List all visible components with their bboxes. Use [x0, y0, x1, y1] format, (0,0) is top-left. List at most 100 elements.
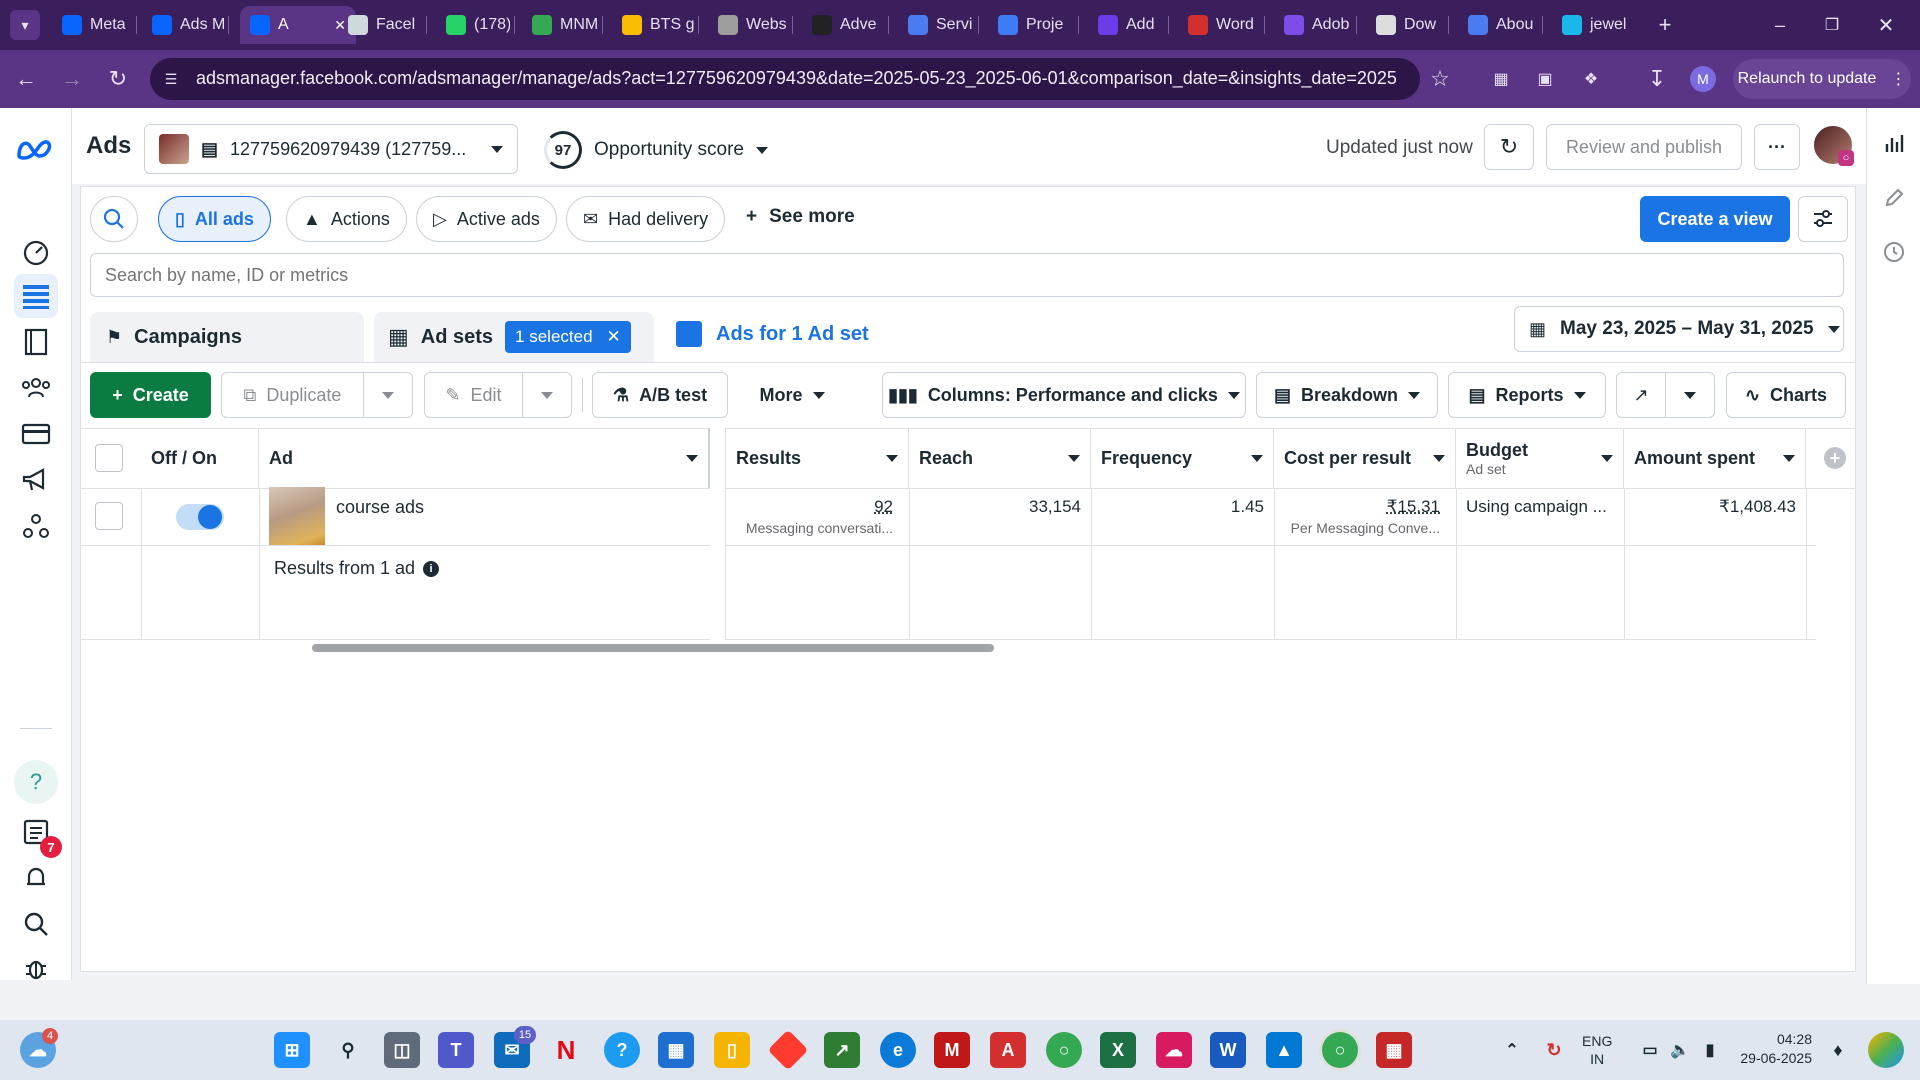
task-view-icon[interactable]: ◫ — [384, 1032, 420, 1068]
edit-button[interactable]: ✎ Edit — [424, 372, 523, 418]
filter-had-delivery[interactable]: ✉ Had delivery — [566, 196, 726, 242]
column-frequency[interactable]: Frequency — [1091, 428, 1274, 488]
reports-button[interactable]: ▤ Reports — [1448, 372, 1606, 418]
browser-tab[interactable]: Meta — [52, 6, 132, 44]
ad-account-selector[interactable]: ▤ 127759620979439 (127759... — [144, 124, 518, 174]
chrome-profile-icon[interactable]: ○ — [1322, 1032, 1358, 1068]
photo-app-icon[interactable]: ☁ — [1156, 1032, 1192, 1068]
history-clock-icon[interactable] — [1872, 230, 1916, 274]
store-icon[interactable]: ▦ — [658, 1032, 694, 1068]
reload-icon[interactable]: ↻ — [100, 62, 136, 96]
browser-tab[interactable]: (178) — [436, 6, 510, 44]
breakdown-button[interactable]: ▤ Breakdown — [1256, 372, 1438, 418]
create-button[interactable]: + Create — [90, 372, 211, 418]
create-view-button[interactable]: Create a view — [1640, 196, 1790, 242]
tab-ads[interactable]: Ads for 1 Ad set — [660, 306, 930, 362]
edit-pencil-icon[interactable] — [1872, 176, 1916, 220]
ad-name-link[interactable]: course ads — [336, 497, 424, 518]
browser-tab[interactable]: Abou — [1458, 6, 1538, 44]
all-tools-icon[interactable] — [14, 504, 58, 548]
show-hidden-icons-chevron-icon[interactable]: ⌃ — [1494, 1032, 1530, 1068]
relaunch-button[interactable]: Relaunch to update ⋮ — [1733, 59, 1911, 99]
bookmark-star-icon[interactable]: ☆ — [1424, 62, 1456, 96]
more-options-button[interactable]: ··· — [1754, 124, 1800, 170]
clear-selection-close-icon[interactable]: ✕ — [607, 327, 621, 347]
help-question-icon[interactable]: ? — [14, 760, 58, 804]
duplicate-button[interactable]: ⧉ Duplicate — [221, 372, 364, 418]
back-arrow-icon[interactable]: ← — [8, 62, 44, 96]
browser-tab[interactable]: Add — [1088, 6, 1164, 44]
clock[interactable]: 04:28 29-06-2025 — [1730, 1030, 1812, 1068]
columns-selector[interactable]: ▮▮▮ Columns: Performance and clicks — [882, 372, 1246, 418]
browser-tab[interactable]: Servi — [898, 6, 974, 44]
edge-icon[interactable]: e — [880, 1032, 916, 1068]
browser-tab[interactable]: Proje — [988, 6, 1074, 44]
catalog-book-icon[interactable] — [14, 320, 58, 364]
duplicate-dropdown[interactable] — [363, 372, 413, 418]
charts-button[interactable]: ∿ Charts — [1726, 372, 1846, 418]
search-toggle-button[interactable] — [90, 196, 138, 242]
export-button[interactable]: ↗ — [1616, 372, 1666, 418]
opportunity-score-button[interactable]: 97 Opportunity score — [544, 128, 768, 172]
photos-icon[interactable]: ▲ — [1266, 1032, 1302, 1068]
browser-tab[interactable]: Facel — [338, 6, 422, 44]
forward-arrow-icon[interactable]: → — [54, 62, 90, 96]
browser-tab[interactable]: Word — [1178, 6, 1260, 44]
browser-tab[interactable]: BTS g — [612, 6, 694, 44]
copilot-icon[interactable] — [1868, 1032, 1904, 1068]
browser-tab[interactable]: Webs — [708, 6, 788, 44]
account-overview-icon[interactable] — [14, 230, 58, 274]
filter-active-ads[interactable]: ▷ Active ads — [416, 196, 557, 242]
browser-tab[interactable]: MNM — [522, 6, 598, 44]
close-window-icon[interactable]: ✕ — [1866, 8, 1906, 42]
review-publish-button[interactable]: Review and publish — [1546, 124, 1742, 170]
chrome-icon[interactable]: ○ — [1046, 1032, 1082, 1068]
more-actions-button[interactable]: More — [742, 372, 842, 418]
horizontal-scrollbar[interactable] — [312, 644, 994, 652]
insights-chart-icon[interactable] — [1872, 122, 1916, 166]
meta-logo-icon[interactable] — [16, 138, 54, 162]
language-indicator[interactable]: ENG IN — [1582, 1032, 1612, 1068]
new-tab-plus-icon[interactable]: + — [1650, 8, 1680, 42]
help-app-icon[interactable]: ? — [604, 1032, 640, 1068]
minimize-icon[interactable]: – — [1760, 8, 1800, 42]
report-bug-icon[interactable] — [14, 946, 58, 990]
site-info-icon[interactable]: ☰ — [160, 68, 182, 90]
info-icon[interactable]: i — [423, 560, 440, 577]
column-ad[interactable]: Ad — [259, 428, 710, 488]
downloads-icon[interactable]: ↧ — [1642, 64, 1672, 94]
browser-tab[interactable]: jewel — [1552, 6, 1632, 44]
notification-bell-icon[interactable]: ♦ — [1820, 1032, 1856, 1068]
column-amount-spent[interactable]: Amount spent — [1624, 428, 1806, 488]
ad-delivery-toggle[interactable] — [176, 504, 224, 530]
teams-icon[interactable]: T — [438, 1032, 474, 1068]
export-dropdown[interactable] — [1665, 372, 1715, 418]
column-results[interactable]: Results — [726, 428, 909, 488]
column-budget[interactable]: Budget Ad set — [1456, 428, 1624, 488]
profile-avatar[interactable]: M — [1690, 66, 1716, 92]
search-icon[interactable] — [14, 902, 58, 946]
edit-dropdown[interactable] — [522, 372, 572, 418]
sync-icon[interactable]: ↻ — [1536, 1032, 1572, 1068]
red-app-icon[interactable]: ▦ — [1376, 1032, 1412, 1068]
row-select-checkbox[interactable] — [95, 502, 123, 530]
battery-icon[interactable]: ▮ — [1692, 1032, 1728, 1068]
restore-icon[interactable]: ❐ — [1812, 8, 1852, 42]
campaigns-table-icon[interactable] — [14, 274, 58, 318]
selected-badge[interactable]: 1 selected ✕ — [505, 321, 631, 353]
refresh-button[interactable]: ↻ — [1484, 124, 1534, 170]
cost-per-result-value[interactable]: ₹15.31 — [1274, 497, 1440, 517]
screenshot-icon[interactable]: ▣ — [1530, 64, 1560, 94]
advertise-megaphone-icon[interactable] — [14, 458, 58, 502]
tab-groups-icon[interactable]: ▦ — [1486, 64, 1516, 94]
filter-actions[interactable]: ▲ Actions — [286, 196, 407, 242]
billing-card-icon[interactable] — [14, 412, 58, 456]
finance-chart-icon[interactable]: ↗ — [824, 1032, 860, 1068]
url-text[interactable]: adsmanager.facebook.com/adsmanager/manag… — [196, 68, 1396, 90]
tab-campaigns[interactable]: ⚑ Campaigns — [90, 312, 364, 362]
tab-search-chevron-icon[interactable]: ▾ — [10, 10, 40, 40]
notifications-bell-icon[interactable] — [14, 856, 58, 900]
browser-tab[interactable]: Ads M — [142, 6, 224, 44]
browser-tab[interactable]: Adve — [802, 6, 884, 44]
browser-tab[interactable]: Adob — [1274, 6, 1352, 44]
